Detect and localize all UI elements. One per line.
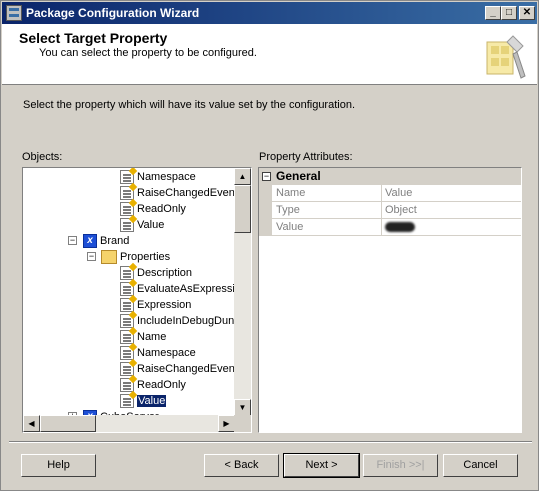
tree-item-label: RaiseChangedEven [137, 187, 235, 199]
attribute-name: Type [276, 204, 300, 216]
scroll-right-button[interactable]: ▶ [218, 415, 235, 432]
tree-item[interactable]: EvaluateAsExpressi [120, 281, 235, 297]
tree-item[interactable]: x Brand [83, 233, 129, 249]
scroll-corner [234, 415, 251, 432]
property-icon [120, 218, 134, 233]
row-gutter [259, 202, 272, 219]
scroll-down-button[interactable]: ▼ [234, 399, 251, 416]
window-title: Package Configuration Wizard [26, 6, 200, 20]
tree-item[interactable]: Properties [101, 249, 170, 265]
attribute-name: Value [276, 221, 304, 233]
tree-item-label: RaiseChangedEven [137, 363, 235, 375]
attribute-value: Value [385, 187, 413, 199]
category-title: General [276, 169, 321, 183]
tree-item[interactable]: Description [120, 265, 192, 281]
minimize-button[interactable]: _ [485, 6, 501, 20]
tree-viewport: Namespace RaiseChangedEven ReadOnly Value − x… [23, 168, 235, 416]
property-attributes-grid[interactable]: − General Name Value Type Object Value [258, 167, 522, 433]
tree-item[interactable]: ReadOnly [120, 377, 186, 393]
tree-item-label: Expression [137, 299, 192, 311]
maximize-button[interactable]: □ [501, 6, 517, 20]
property-icon [120, 394, 134, 409]
attribute-row-type[interactable]: Type Object [259, 202, 521, 219]
title-bar: Package Configuration Wizard _ □ ✕ [2, 2, 537, 24]
tree-item[interactable]: RaiseChangedEven [120, 361, 235, 377]
horizontal-scroll-thumb[interactable] [40, 415, 96, 432]
tree-item-label: ReadOnly [137, 379, 186, 391]
tree-item[interactable]: ReadOnly [120, 201, 186, 217]
attribute-row-value[interactable]: Value [259, 219, 521, 236]
attribute-name: Name [276, 187, 306, 199]
finish-button[interactable]: Finish >>| [363, 454, 438, 477]
back-button[interactable]: < Back [204, 454, 279, 477]
attributes-label: Property Attributes: [259, 151, 353, 163]
column-separator [381, 185, 382, 202]
category-general[interactable]: − General [259, 168, 521, 185]
tree-item-label: Namespace [137, 347, 196, 359]
page-subtitle: You can select the property to be config… [39, 47, 257, 59]
help-button[interactable]: Help [21, 454, 96, 477]
collapse-icon[interactable]: − [87, 252, 96, 261]
tree-item[interactable]: Value [120, 217, 164, 233]
tree-item[interactable]: Value [120, 393, 167, 409]
tree-item-label: Properties [120, 251, 171, 263]
tree-item[interactable]: Expression [120, 297, 191, 313]
objects-tree[interactable]: Namespace RaiseChangedEven ReadOnly Value − x… [22, 167, 252, 433]
wizard-graphic-icon [486, 35, 526, 79]
tree-item-label: Brand [100, 235, 130, 247]
column-separator [381, 202, 382, 219]
tree-item-label: Description [137, 267, 193, 279]
tree-item-label: EvaluateAsExpressi [137, 283, 235, 295]
tree-item-label: Name [137, 331, 167, 343]
attribute-row-name[interactable]: Name Value [259, 185, 521, 202]
scroll-left-button[interactable]: ◀ [23, 415, 40, 432]
tree-item[interactable]: IncludeInDebugDun [120, 313, 234, 329]
wizard-window: Package Configuration Wizard _ □ ✕ Selec… [0, 0, 539, 491]
cancel-button[interactable]: Cancel [443, 454, 518, 477]
column-separator [381, 219, 382, 236]
variable-icon: x [83, 234, 97, 249]
wizard-header: Select Target Property You can select th… [2, 24, 537, 85]
tree-item[interactable]: RaiseChangedEven [120, 185, 235, 201]
close-button[interactable]: ✕ [519, 6, 535, 20]
tree-vertical-scrollbar[interactable]: ▲ ▼ [234, 168, 251, 416]
folder-open-icon [101, 250, 117, 265]
tree-item-label: IncludeInDebugDun [137, 315, 235, 327]
app-icon [6, 5, 22, 21]
vertical-scroll-thumb[interactable] [234, 185, 251, 233]
collapse-icon[interactable]: − [262, 172, 271, 181]
tree-item-label: Value [137, 395, 167, 407]
tree-item-label: Namespace [137, 171, 196, 183]
attribute-value: Object [385, 204, 417, 216]
footer-divider [9, 441, 532, 443]
instruction-text: Select the property which will have its … [23, 99, 356, 111]
tree-horizontal-scrollbar[interactable]: ◀ ▶ [23, 415, 235, 432]
attribute-value-redacted [385, 221, 415, 233]
row-gutter [259, 185, 272, 202]
tree-item-label: Value [137, 219, 165, 231]
row-gutter [259, 219, 272, 236]
objects-label: Objects: [22, 151, 63, 163]
collapse-icon[interactable]: − [68, 236, 77, 245]
scroll-up-button[interactable]: ▲ [234, 168, 251, 185]
tree-item-label: ReadOnly [137, 203, 186, 215]
tree-item[interactable]: Name [120, 329, 166, 345]
next-button[interactable]: Next > [283, 453, 360, 478]
redaction-mark [385, 222, 415, 233]
page-title: Select Target Property [19, 30, 168, 46]
